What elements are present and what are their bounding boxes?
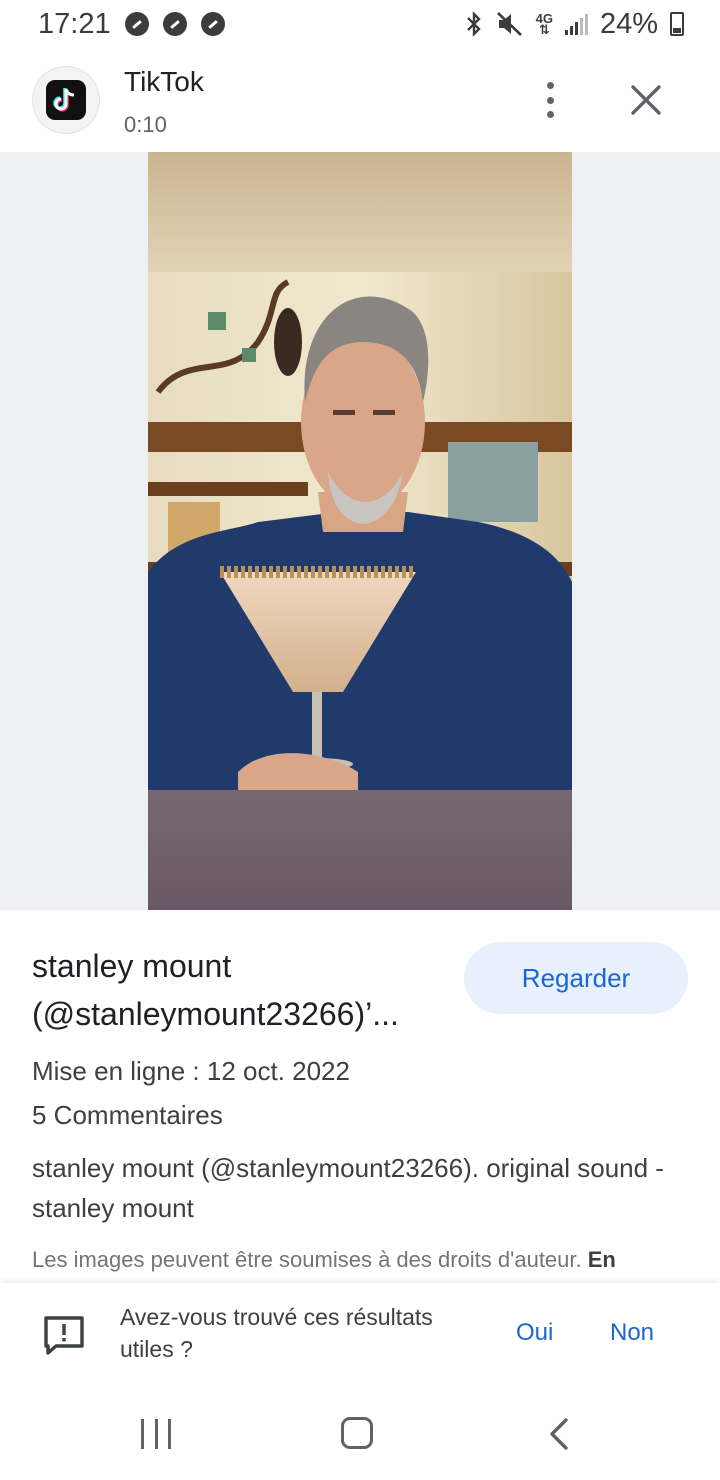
- app-avatar[interactable]: [32, 66, 100, 134]
- status-time: 17:21: [38, 7, 111, 40]
- watch-button[interactable]: Regarder: [464, 942, 688, 1014]
- system-nav-bar: [0, 1383, 720, 1480]
- result-title[interactable]: stanley mount (@stanleymount23266)’...: [32, 942, 452, 1038]
- battery-percent: 24%: [599, 7, 658, 40]
- feedback-no-button[interactable]: Non: [610, 1319, 654, 1347]
- feedback-yes-button[interactable]: Oui: [516, 1319, 553, 1347]
- feedback-icon: [44, 1316, 84, 1355]
- video-duration: 0:10: [124, 112, 167, 137]
- status-bar: 17:21 4G ⇅ 24%: [0, 0, 720, 48]
- network-type: 4G ⇅: [535, 11, 553, 37]
- app-name: TikTok: [124, 66, 204, 97]
- signal-icon: [564, 13, 588, 35]
- thumbnail-image: [148, 152, 572, 910]
- recents-icon[interactable]: [141, 1419, 171, 1449]
- tiktok-logo: [46, 80, 86, 120]
- status-right: 4G ⇅ 24%: [464, 8, 684, 41]
- back-icon[interactable]: [546, 1417, 574, 1451]
- home-icon[interactable]: [341, 1417, 373, 1449]
- video-thumbnail[interactable]: [148, 152, 572, 910]
- comment-count: 5 Commentaires: [32, 1100, 223, 1130]
- copyright-notice: Les images peuvent être soumises à des d…: [32, 1244, 672, 1282]
- status-left: 17:21: [38, 8, 225, 41]
- notification-icon: [200, 12, 225, 36]
- battery-icon: [670, 12, 684, 36]
- notification-icon: [124, 12, 149, 36]
- close-icon[interactable]: [626, 80, 666, 120]
- mute-icon: [496, 12, 522, 36]
- media-viewer: [0, 152, 720, 910]
- bluetooth-icon: [466, 11, 481, 37]
- notification-icon: [162, 12, 187, 36]
- feedback-question: Avez-vous trouvé ces résultats utiles ?: [120, 1304, 433, 1362]
- video-description: stanley mount (@stanleymount23266). orig…: [32, 1153, 664, 1223]
- result-header: TikTok 0:10: [0, 48, 720, 152]
- feedback-bar: Avez-vous trouvé ces résultats utiles ? …: [0, 1283, 720, 1383]
- upload-date: Mise en ligne : 12 oct. 2022: [32, 1056, 350, 1086]
- copyright-text: Les images peuvent être soumises à des d…: [32, 1247, 582, 1272]
- more-vert-icon[interactable]: [530, 78, 570, 122]
